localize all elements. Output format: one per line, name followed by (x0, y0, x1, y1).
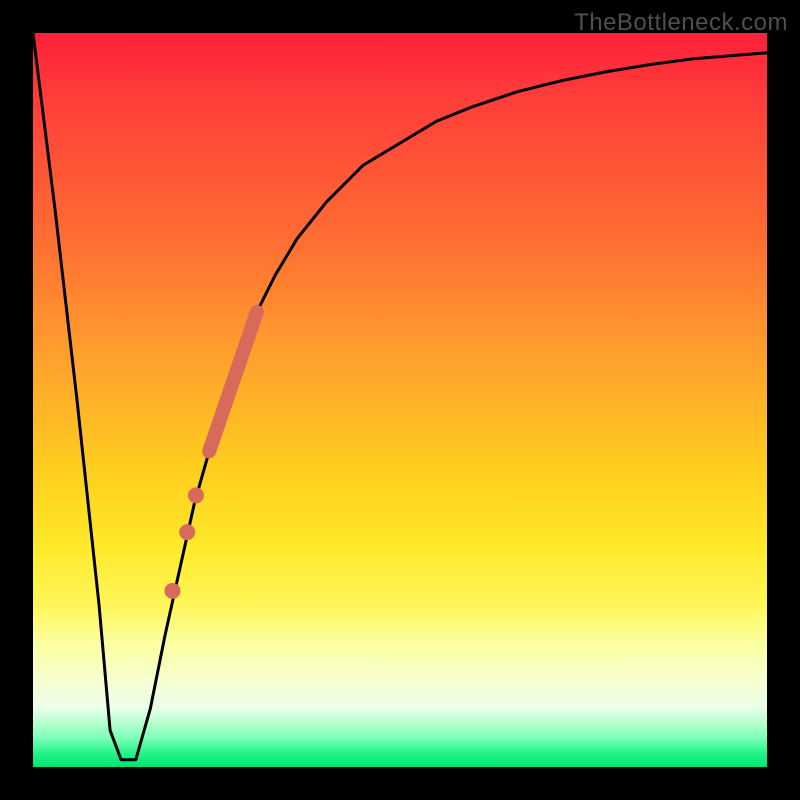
plot-area (33, 33, 767, 767)
watermark-text: TheBottleneck.com (574, 9, 788, 37)
chart-frame: TheBottleneck.com (0, 0, 800, 800)
